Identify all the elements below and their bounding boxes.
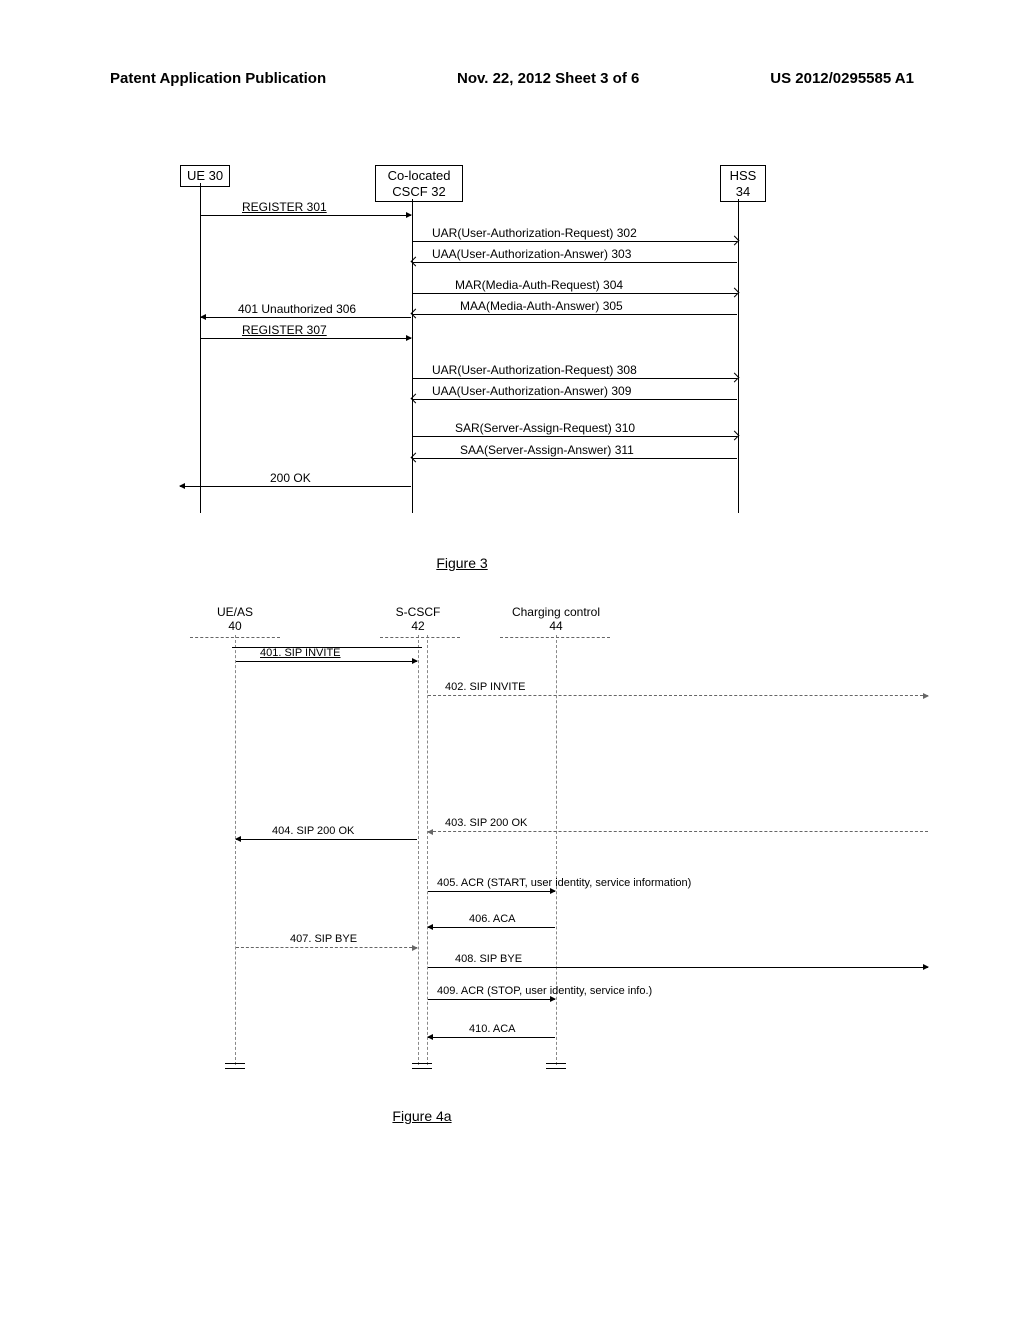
cap-mid bbox=[380, 637, 460, 639]
lifeline-ue bbox=[200, 183, 201, 513]
line-403 bbox=[428, 831, 928, 833]
msg-410: 410. ACA bbox=[469, 1023, 515, 1035]
msg-uar-308: UAR(User-Authorization-Request) 308 bbox=[432, 363, 637, 377]
lifeline-end-scscf bbox=[412, 1063, 432, 1069]
lifeline-end-charging bbox=[546, 1063, 566, 1069]
actor-cscf-line1: Co-located bbox=[388, 168, 451, 183]
line-306 bbox=[201, 317, 411, 318]
msg-register-301: REGISTER 301 bbox=[242, 200, 327, 214]
msg-register-307: REGISTER 307 bbox=[242, 323, 327, 337]
line-301 bbox=[201, 215, 411, 216]
lifeline-scscf-left bbox=[418, 635, 420, 1065]
figure-4a-diagram: UE/AS 40 S-CSCF 42 Charging control 44 4… bbox=[190, 605, 940, 1085]
line-311 bbox=[413, 458, 737, 459]
lifeline-ueas bbox=[235, 635, 237, 1065]
msg-mar-304: MAR(Media-Auth-Request) 304 bbox=[455, 278, 623, 292]
line-309 bbox=[413, 399, 737, 400]
actor-ueas-line2: 40 bbox=[228, 619, 241, 633]
msg-405: 405. ACR (START, user identity, service … bbox=[437, 877, 691, 889]
header-center: Nov. 22, 2012 Sheet 3 of 6 bbox=[457, 70, 639, 87]
actor-hss-line2: 34 bbox=[736, 184, 750, 199]
msg-uar-302: UAR(User-Authorization-Request) 302 bbox=[432, 226, 637, 240]
actor-cscf: Co-located CSCF 32 bbox=[375, 165, 463, 202]
actor-hss-line1: HSS bbox=[730, 168, 757, 183]
lifeline-hss bbox=[738, 199, 739, 513]
line-310 bbox=[413, 436, 737, 437]
actor-ueas-line1: UE/AS bbox=[217, 605, 253, 619]
line-408 bbox=[428, 967, 928, 968]
line-304 bbox=[413, 293, 737, 294]
figure-3-caption: Figure 3 bbox=[0, 555, 974, 571]
msg-uaa-303: UAA(User-Authorization-Answer) 303 bbox=[432, 247, 631, 261]
cap-right bbox=[500, 637, 610, 639]
line-402 bbox=[428, 695, 928, 697]
actor-hss: HSS 34 bbox=[720, 165, 766, 202]
msg-saa-311: SAA(Server-Assign-Answer) 311 bbox=[460, 443, 634, 457]
line-200ok bbox=[180, 486, 411, 487]
line-303 bbox=[413, 262, 737, 263]
actor-charging-line2: 44 bbox=[549, 619, 562, 633]
line-302 bbox=[413, 241, 737, 242]
msg-uaa-309: UAA(User-Authorization-Answer) 309 bbox=[432, 384, 631, 398]
msg-402: 402. SIP INVITE bbox=[445, 681, 526, 693]
actor-ue: UE 30 bbox=[180, 165, 230, 187]
lifeline-charging bbox=[556, 635, 558, 1065]
line-401 bbox=[236, 661, 417, 662]
msg-404: 404. SIP 200 OK bbox=[272, 825, 354, 837]
msg-200-ok: 200 OK bbox=[270, 471, 311, 485]
actor-charging: Charging control 44 bbox=[496, 605, 616, 633]
line-407 bbox=[236, 947, 417, 949]
lifeline-end-ueas bbox=[225, 1063, 245, 1069]
line-410 bbox=[428, 1037, 555, 1038]
figure-3-diagram: UE 30 Co-located CSCF 32 HSS 34 REGISTER… bbox=[180, 165, 760, 515]
line-409 bbox=[428, 999, 555, 1000]
header-left: Patent Application Publication bbox=[110, 70, 326, 87]
msg-401-unauthorized: 401 Unauthorized 306 bbox=[238, 302, 356, 316]
actor-scscf-line2: 42 bbox=[411, 619, 424, 633]
actor-scscf-line1: S-CSCF bbox=[396, 605, 441, 619]
lifeline-scscf-right bbox=[427, 635, 429, 1065]
msg-409: 409. ACR (STOP, user identity, service i… bbox=[437, 985, 652, 997]
msg-406: 406. ACA bbox=[469, 913, 515, 925]
line-307 bbox=[201, 338, 411, 339]
msg-sar-310: SAR(Server-Assign-Request) 310 bbox=[455, 421, 635, 435]
page-header: Patent Application Publication Nov. 22, … bbox=[0, 70, 1024, 87]
msg-maa-305: MAA(Media-Auth-Answer) 305 bbox=[460, 299, 623, 313]
msg-407: 407. SIP BYE bbox=[290, 933, 357, 945]
actor-charging-line1: Charging control bbox=[512, 605, 600, 619]
msg-403: 403. SIP 200 OK bbox=[445, 817, 527, 829]
cap-left bbox=[190, 637, 280, 639]
figure-4a-caption: Figure 4a bbox=[0, 1108, 934, 1124]
line-308 bbox=[413, 378, 737, 379]
actor-scscf: S-CSCF 42 bbox=[388, 605, 448, 633]
line-406 bbox=[428, 927, 555, 928]
actor-cscf-line2: CSCF 32 bbox=[392, 184, 445, 199]
header-right: US 2012/0295585 A1 bbox=[770, 70, 914, 87]
line-404 bbox=[236, 839, 417, 840]
line-305 bbox=[413, 314, 737, 315]
actor-ueas: UE/AS 40 bbox=[205, 605, 265, 633]
msg-408: 408. SIP BYE bbox=[455, 953, 522, 965]
line-405 bbox=[428, 891, 555, 892]
lifeline-cscf bbox=[412, 199, 413, 513]
msg-401: 401. SIP INVITE bbox=[260, 647, 341, 659]
